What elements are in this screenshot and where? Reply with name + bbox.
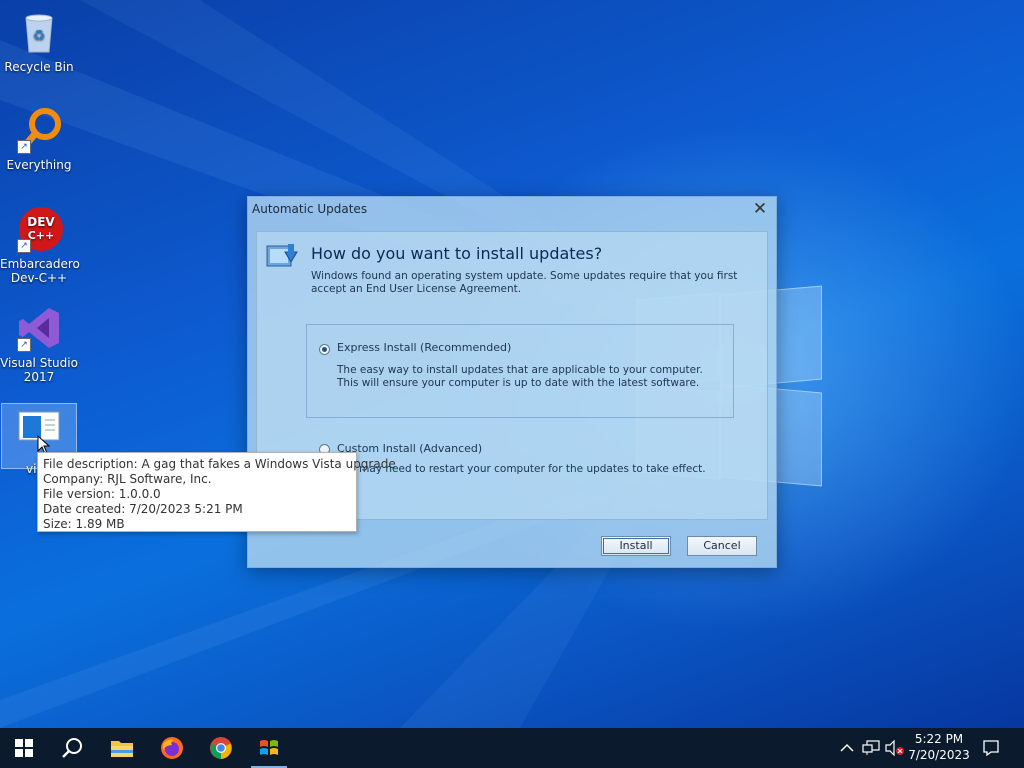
- everything-search-icon: ↗: [15, 106, 63, 154]
- taskbar: 5:22 PM 7/20/2023: [0, 728, 1024, 768]
- cancel-button[interactable]: Cancel: [687, 536, 757, 556]
- express-option-box[interactable]: Express Install (Recommended) The easy w…: [306, 324, 734, 418]
- express-install-radio[interactable]: [319, 344, 330, 355]
- volume-muted-icon[interactable]: [885, 738, 905, 758]
- start-icon: [15, 739, 33, 757]
- tooltip-company: Company: RJL Software, Inc.: [43, 472, 212, 486]
- devcpp-icon: DEV C++ ↗: [15, 205, 63, 253]
- shortcut-arrow-icon: ↗: [17, 338, 31, 352]
- tooltip-date-created: Date created: 7/20/2023 5:21 PM: [43, 502, 243, 516]
- windows-update-icon: [265, 240, 299, 274]
- clock-time: 5:22 PM: [914, 732, 964, 746]
- desktop-icon-label: Recycle Bin: [4, 60, 74, 74]
- recycle-bin-icon: ♻: [15, 8, 63, 56]
- install-button[interactable]: Install: [601, 536, 671, 556]
- tooltip-file-description: File description: A gag that fakes a Win…: [43, 457, 396, 471]
- search-button[interactable]: [48, 728, 96, 768]
- desktop-icon-visual-studio[interactable]: ↗ Visual Studio 2017: [0, 304, 78, 384]
- taskbar-chrome[interactable]: [197, 728, 245, 768]
- search-icon: [62, 738, 82, 758]
- express-install-description: The easy way to install updates that are…: [337, 364, 703, 389]
- taskbar-clock[interactable]: 5:22 PM 7/20/2023: [905, 731, 973, 763]
- taskbar-firefox[interactable]: [148, 728, 196, 768]
- desktop-icon-everything[interactable]: ↗ Everything: [0, 106, 78, 172]
- desktop-icon-recycle-bin[interactable]: ♻ Recycle Bin: [0, 8, 78, 74]
- dialog-description: Windows found an operating system update…: [311, 270, 738, 295]
- express-install-label[interactable]: Express Install (Recommended): [337, 341, 511, 354]
- desktop-icon-devcpp[interactable]: DEV C++ ↗ Embarcadero Dev-C++: [0, 205, 80, 285]
- close-icon[interactable]: ✕: [750, 199, 770, 219]
- custom-install-label[interactable]: Custom Install (Advanced): [337, 442, 482, 455]
- vista-upgrade-app-icon: [260, 740, 278, 755]
- chrome-icon: [210, 737, 232, 759]
- network-icon[interactable]: [861, 738, 881, 758]
- firefox-icon: [161, 737, 183, 759]
- dialog-title: Automatic Updates: [252, 202, 368, 216]
- start-button[interactable]: [0, 728, 48, 768]
- taskbar-file-explorer[interactable]: [98, 728, 146, 768]
- dialog-heading: How do you want to install updates?: [311, 244, 603, 263]
- desktop-icon-label: Visual Studio 2017: [0, 356, 78, 384]
- shortcut-arrow-icon: ↗: [17, 239, 31, 253]
- svg-text:DEV: DEV: [27, 215, 55, 229]
- file-info-tooltip: File description: A gag that fakes a Win…: [37, 452, 396, 532]
- shortcut-arrow-icon: ↗: [17, 140, 31, 154]
- chevron-up-icon[interactable]: [837, 738, 857, 758]
- clock-date: 7/20/2023: [908, 748, 970, 762]
- desktop-icon-label: Embarcadero Dev-C++: [0, 257, 80, 285]
- file-explorer-icon: [111, 741, 133, 757]
- tooltip-file-version: File version: 1.0.0.0: [43, 487, 161, 501]
- notification-center-icon[interactable]: [981, 738, 1001, 758]
- desktop-icon-label: Everything: [6, 158, 72, 172]
- taskbar-vista-upgrade-app[interactable]: [245, 728, 293, 768]
- visual-studio-icon: ↗: [15, 304, 63, 352]
- tooltip-size: Size: 1.89 MB: [43, 517, 125, 531]
- svg-text:C++: C++: [28, 229, 55, 242]
- svg-text:♻: ♻: [33, 28, 46, 44]
